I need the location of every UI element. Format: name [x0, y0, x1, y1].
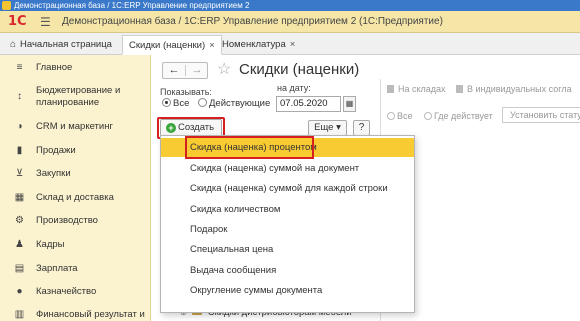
- tab-discounts[interactable]: Скидки (наценки) ×: [122, 35, 222, 55]
- treasury-icon: ●: [16, 286, 23, 297]
- page-title: Скидки (наценки): [239, 61, 360, 78]
- back-arrow-icon[interactable]: ←: [163, 63, 185, 78]
- app-icon: [2, 1, 11, 10]
- more-button[interactable]: Еще ▾: [308, 120, 347, 136]
- sidebar-item-label: Склад и доставка: [36, 192, 114, 203]
- close-icon[interactable]: ×: [290, 39, 296, 50]
- sidebar-item-label: Кадры: [36, 239, 65, 250]
- date-field[interactable]: 07.05.2020: [276, 96, 341, 112]
- sidebar-item-label: Финансовый результат и: [36, 309, 145, 320]
- show-label: Показывать:: [160, 87, 212, 97]
- tab-label: В индивидуальных согла: [467, 84, 572, 94]
- radio-active[interactable]: Действующие: [198, 98, 270, 109]
- salary-icon: ▤: [14, 263, 25, 274]
- cart-icon: ⊻: [15, 168, 24, 179]
- plus-icon: +: [166, 123, 176, 133]
- create-dropdown-menu: Скидка (наценка) процентом Скидка (нацен…: [160, 135, 415, 313]
- radio-all[interactable]: Все: [162, 98, 189, 109]
- radio-label: Действующие: [209, 98, 271, 109]
- tab-nomenclature[interactable]: Номенклатура ×: [216, 35, 301, 55]
- people-icon: ♟: [15, 239, 24, 250]
- menu-icon: ≡: [16, 62, 23, 73]
- sidebar-item-label: Зарплата: [36, 263, 78, 274]
- home-icon: ⌂: [10, 39, 17, 50]
- radio-label: Все: [173, 98, 190, 109]
- tabs-bar: ⌂ Начальная страница Скидки (наценки) × Но…: [0, 33, 580, 55]
- sidebar-item-label-line2: планирование: [36, 97, 100, 108]
- menu-item-message[interactable]: Выдача сообщения: [161, 261, 414, 280]
- close-icon[interactable]: ×: [209, 40, 215, 51]
- tab-label: Начальная страница: [20, 39, 112, 50]
- factory-icon: ⚙: [15, 215, 24, 226]
- calendar-icon[interactable]: ▦: [343, 96, 356, 112]
- sidebar-item-label: Казначейство: [36, 286, 97, 297]
- radio-label: Где действует: [434, 111, 493, 121]
- menu-item-gift[interactable]: Подарок: [161, 220, 414, 239]
- create-label: Создать: [178, 122, 215, 133]
- window-title: Демонстрационная база / 1С:ERP Управлени…: [14, 1, 250, 10]
- sidebar-item-label: Бюджетирование и: [36, 85, 121, 96]
- budget-icon: ↕: [17, 91, 22, 102]
- radio-right-all[interactable]: Все: [387, 111, 413, 121]
- favorite-star-icon[interactable]: ☆: [217, 59, 231, 79]
- menu-item-discount-sum-row[interactable]: Скидка (наценка) суммой для каждой строк…: [161, 179, 414, 198]
- forward-arrow-icon[interactable]: →: [186, 63, 208, 78]
- menu-item-discount-percent[interactable]: Скидка (наценка) процентом: [161, 138, 414, 157]
- crm-icon: ◑: [16, 121, 23, 132]
- finance-icon: ▥: [14, 309, 25, 320]
- radio-checked-icon: [162, 98, 171, 107]
- sidebar-item-label: Главное: [36, 62, 73, 73]
- sidebar-item-label: Производство: [36, 215, 98, 226]
- tab-label: На складах: [398, 84, 446, 94]
- tab-home[interactable]: ⌂ Начальная страница: [4, 35, 118, 55]
- window-titlebar: Демонстрационная база / 1С:ERP Управлени…: [0, 0, 580, 11]
- set-status-button[interactable]: Установить стату: [502, 107, 580, 123]
- tab-individual-agreements[interactable]: В индивидуальных согла: [456, 84, 572, 94]
- nav-buttons: ← →: [162, 62, 208, 79]
- sidebar-item-label: Закупки: [36, 168, 71, 179]
- radio-right-where[interactable]: Где действует: [424, 111, 493, 121]
- tab-label: Скидки (наценки): [129, 40, 206, 51]
- radio-unchecked-icon: [424, 112, 432, 120]
- app-title: Демонстрационная база / 1С:ERP Управлени…: [62, 16, 443, 27]
- radio-label: Все: [397, 111, 413, 121]
- sales-icon: ▮: [16, 145, 23, 156]
- date-label: на дату:: [277, 83, 311, 93]
- logo-1c: 1С: [8, 14, 27, 29]
- chevron-down-icon: ▾: [333, 122, 341, 133]
- warehouse-tab-icon: [387, 85, 394, 93]
- tab-warehouses[interactable]: На складах: [387, 84, 446, 94]
- help-button[interactable]: ?: [353, 120, 370, 136]
- menu-item-special-price[interactable]: Специальная цена: [161, 240, 414, 259]
- document-icon: [456, 85, 463, 93]
- menu-item-rounding[interactable]: Округление суммы документа: [161, 281, 414, 300]
- sidebar-item-label: Продажи: [36, 145, 76, 156]
- menu-item-discount-quantity[interactable]: Скидка количеством: [161, 200, 414, 219]
- sidebar-item-label: CRM и маркетинг: [36, 121, 113, 132]
- main-menu-icon[interactable]: ☰: [40, 15, 51, 29]
- tab-label: Номенклатура: [222, 39, 286, 50]
- app-header: 1С ☰ Демонстрационная база / 1С:ERP Упра…: [0, 11, 580, 33]
- more-label: Еще: [314, 122, 334, 133]
- radio-unchecked-icon: [198, 98, 207, 107]
- warehouse-icon: ▦: [14, 192, 25, 203]
- sidebar: ≡ Главное ↕ Бюджетирование и планировани…: [0, 55, 151, 321]
- radio-unchecked-icon: [387, 112, 395, 120]
- menu-item-discount-sum-document[interactable]: Скидка (наценка) суммой на документ: [161, 159, 414, 178]
